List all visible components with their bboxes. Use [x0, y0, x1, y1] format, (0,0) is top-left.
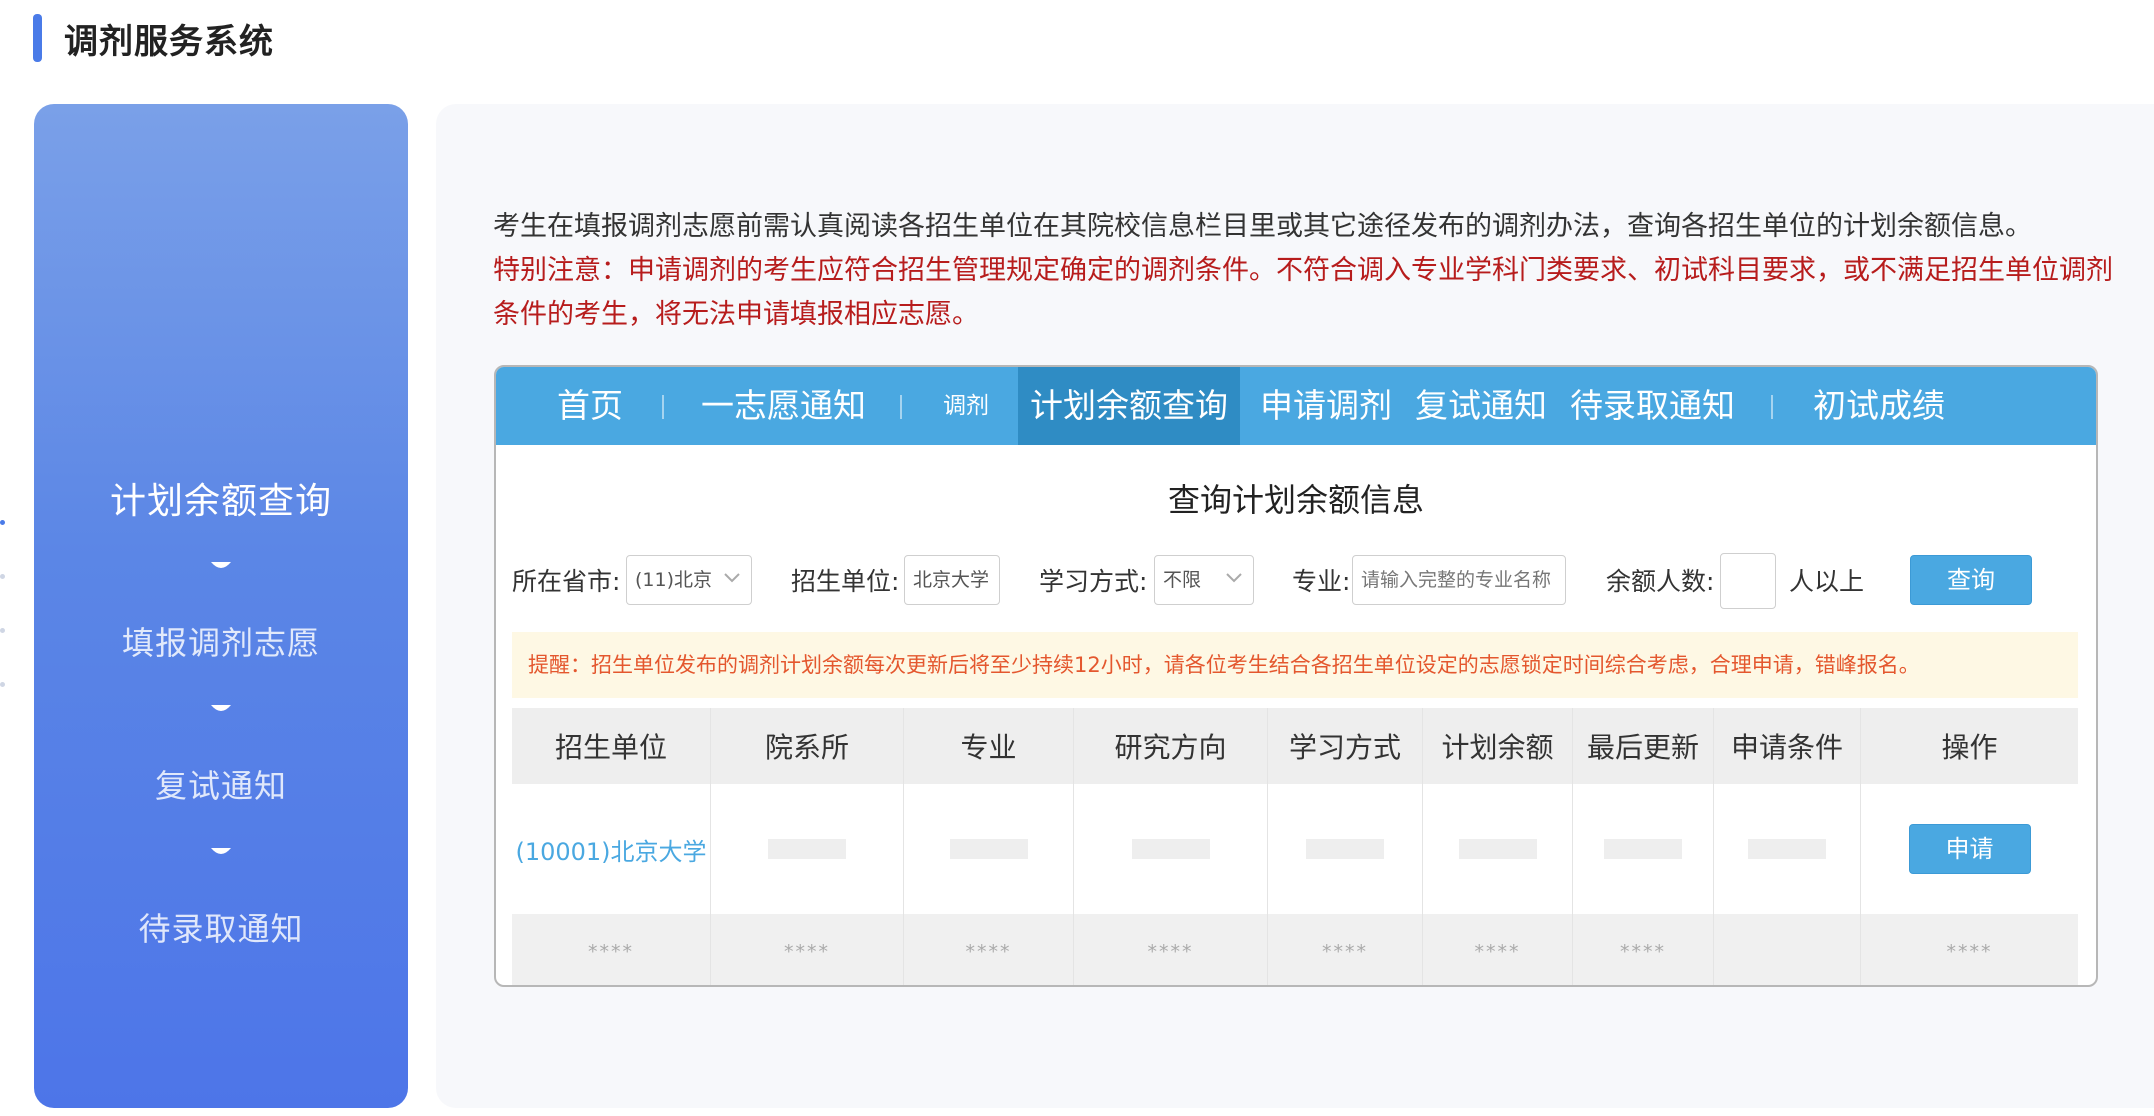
- header-accent-bar: [33, 14, 42, 62]
- query-title: 查询计划余额信息: [1167, 481, 1424, 519]
- nav-separator: [662, 395, 664, 419]
- sidebar-step-plan-balance[interactable]: 计划余额查询: [34, 472, 408, 524]
- remain-count-suffix: 人以上: [1789, 567, 1865, 596]
- major-input[interactable]: 请输入完整的专业名称: [1352, 555, 1566, 605]
- remain-count-label: 余额人数:: [1606, 567, 1715, 596]
- table-cell: [711, 784, 904, 914]
- unit-link[interactable]: (10001)北京大学: [515, 832, 706, 867]
- notice-text: 考生在填报调剂志愿前需认真阅读各招生单位在其院校信息栏目里或其它途径发布的调剂办…: [493, 205, 2113, 337]
- table-header-cell: 操作: [1941, 731, 1998, 764]
- nav-home[interactable]: 首页: [557, 367, 623, 445]
- unit-label: 招生单位:: [791, 567, 900, 596]
- masked-cell: ****: [1423, 914, 1573, 985]
- major-label: 专业:: [1292, 567, 1351, 596]
- sidebar-step-fill-application[interactable]: 填报调剂志愿: [34, 618, 408, 664]
- loading-placeholder: [1458, 839, 1537, 859]
- unit-input[interactable]: 北京大学: [904, 555, 1000, 605]
- table-row: (10001)北京大学 申请: [512, 784, 2078, 914]
- nav-adjust[interactable]: 调剂: [943, 367, 989, 445]
- table-cell: [1074, 784, 1268, 914]
- dot-indicator: [0, 628, 5, 633]
- chevron-down-icon: [211, 562, 231, 568]
- system-preview-frame: 首页 一志愿通知 调剂 计划余额查询 申请调剂 复试通知 待录取通知 初试成绩 …: [494, 365, 2098, 987]
- masked-cell: ****: [1268, 914, 1423, 985]
- table-header-cell: 申请条件: [1714, 708, 1861, 784]
- table-row: **** **** **** **** **** **** **** ****: [512, 914, 2078, 985]
- loading-placeholder: [768, 839, 846, 859]
- nav-admission-notice[interactable]: 待录取通知: [1570, 367, 1735, 445]
- province-value: (11)北京: [635, 569, 713, 591]
- loading-placeholder: [1748, 839, 1826, 859]
- province-label: 所在省市:: [512, 567, 621, 596]
- nav-retest-notice[interactable]: 复试通知: [1415, 367, 1547, 445]
- chevron-down-icon: [724, 573, 740, 583]
- nav-separator: [1771, 395, 1773, 419]
- table-cell: [904, 784, 1074, 914]
- table-cell: [1714, 784, 1861, 914]
- table-header-row: 招生单位 院系所 专业 研究方向 学习方式 计划余额 最后更新 申请条件 操作: [512, 708, 2078, 784]
- action-cell: 申请: [1861, 784, 2078, 914]
- top-navbar: 首页 一志愿通知 调剂 计划余额查询 申请调剂 复试通知 待录取通知 初试成绩: [496, 367, 2096, 445]
- table-header-cell: 最后更新: [1573, 708, 1714, 784]
- nav-separator: [900, 395, 902, 419]
- reminder-banner: 提醒：招生单位发布的调剂计划余额每次更新后将至少持续12小时，请各位考生结合各招…: [512, 632, 2078, 698]
- apply-button[interactable]: 申请: [1908, 824, 2031, 874]
- table-header-cell: 专业: [904, 708, 1074, 784]
- masked-cell: ****: [1074, 914, 1268, 985]
- table-cell: [1573, 784, 1714, 914]
- masked-cell: ****: [904, 914, 1074, 985]
- notice-warning: 特别注意：申请调剂的考生应符合招生管理规定确定的调剂条件。不符合调入专业学科门类…: [493, 255, 2113, 330]
- dot-indicator: [0, 520, 5, 525]
- major-placeholder: 请输入完整的专业名称: [1361, 569, 1552, 591]
- notice-normal: 考生在填报调剂志愿前需认真阅读各招生单位在其院校信息栏目里或其它途径发布的调剂办…: [493, 211, 2032, 242]
- dot-indicator: [0, 574, 5, 579]
- study-mode-value: 不限: [1163, 569, 1202, 591]
- chevron-down-icon: [211, 705, 231, 711]
- unit-value: 北京大学: [913, 569, 990, 591]
- study-mode-label: 学习方式:: [1039, 567, 1148, 596]
- table-header-cell: 学习方式: [1268, 708, 1423, 784]
- masked-cell: ****: [512, 914, 711, 985]
- sidebar-step-retest-notice[interactable]: 复试通知: [34, 761, 408, 807]
- nav-initial-score[interactable]: 初试成绩: [1813, 367, 1945, 445]
- table-header-cell: 院系所: [711, 708, 904, 784]
- nav-apply-adjust[interactable]: 申请调剂: [1260, 367, 1392, 445]
- unit-link-cell: (10001)北京大学: [512, 784, 711, 914]
- loading-placeholder: [1131, 839, 1210, 859]
- province-select[interactable]: (11)北京: [626, 555, 752, 605]
- masked-cell: [1714, 914, 1861, 985]
- remain-count-input[interactable]: [1720, 553, 1776, 609]
- nav-plan-balance[interactable]: 计划余额查询: [1018, 367, 1240, 445]
- chevron-down-icon: [1226, 573, 1242, 583]
- loading-placeholder: [949, 839, 1028, 859]
- table-header-cell: 计划余额: [1423, 708, 1573, 784]
- sidebar-step-admission-notice[interactable]: 待录取通知: [34, 904, 408, 950]
- table-cell: [1423, 784, 1573, 914]
- page-title: 调剂服务系统: [64, 21, 274, 62]
- search-button[interactable]: 查询: [1910, 555, 2032, 605]
- masked-cell: ****: [1946, 941, 1993, 963]
- loading-placeholder: [1306, 839, 1384, 859]
- study-mode-select[interactable]: 不限: [1154, 555, 1254, 605]
- masked-cell: ****: [711, 914, 904, 985]
- nav-first-choice-notice[interactable]: 一志愿通知: [701, 367, 866, 445]
- process-sidebar: 计划余额查询 填报调剂志愿 复试通知 待录取通知: [34, 104, 408, 1108]
- dot-indicator: [0, 682, 5, 687]
- loading-placeholder: [1604, 839, 1682, 859]
- masked-cell: ****: [1573, 914, 1714, 985]
- page-header: 调剂服务系统: [33, 14, 274, 62]
- table-header-cell: 招生单位: [512, 708, 711, 784]
- table-cell: [1268, 784, 1423, 914]
- table-header-cell: 研究方向: [1074, 708, 1268, 784]
- chevron-down-icon: [211, 848, 231, 854]
